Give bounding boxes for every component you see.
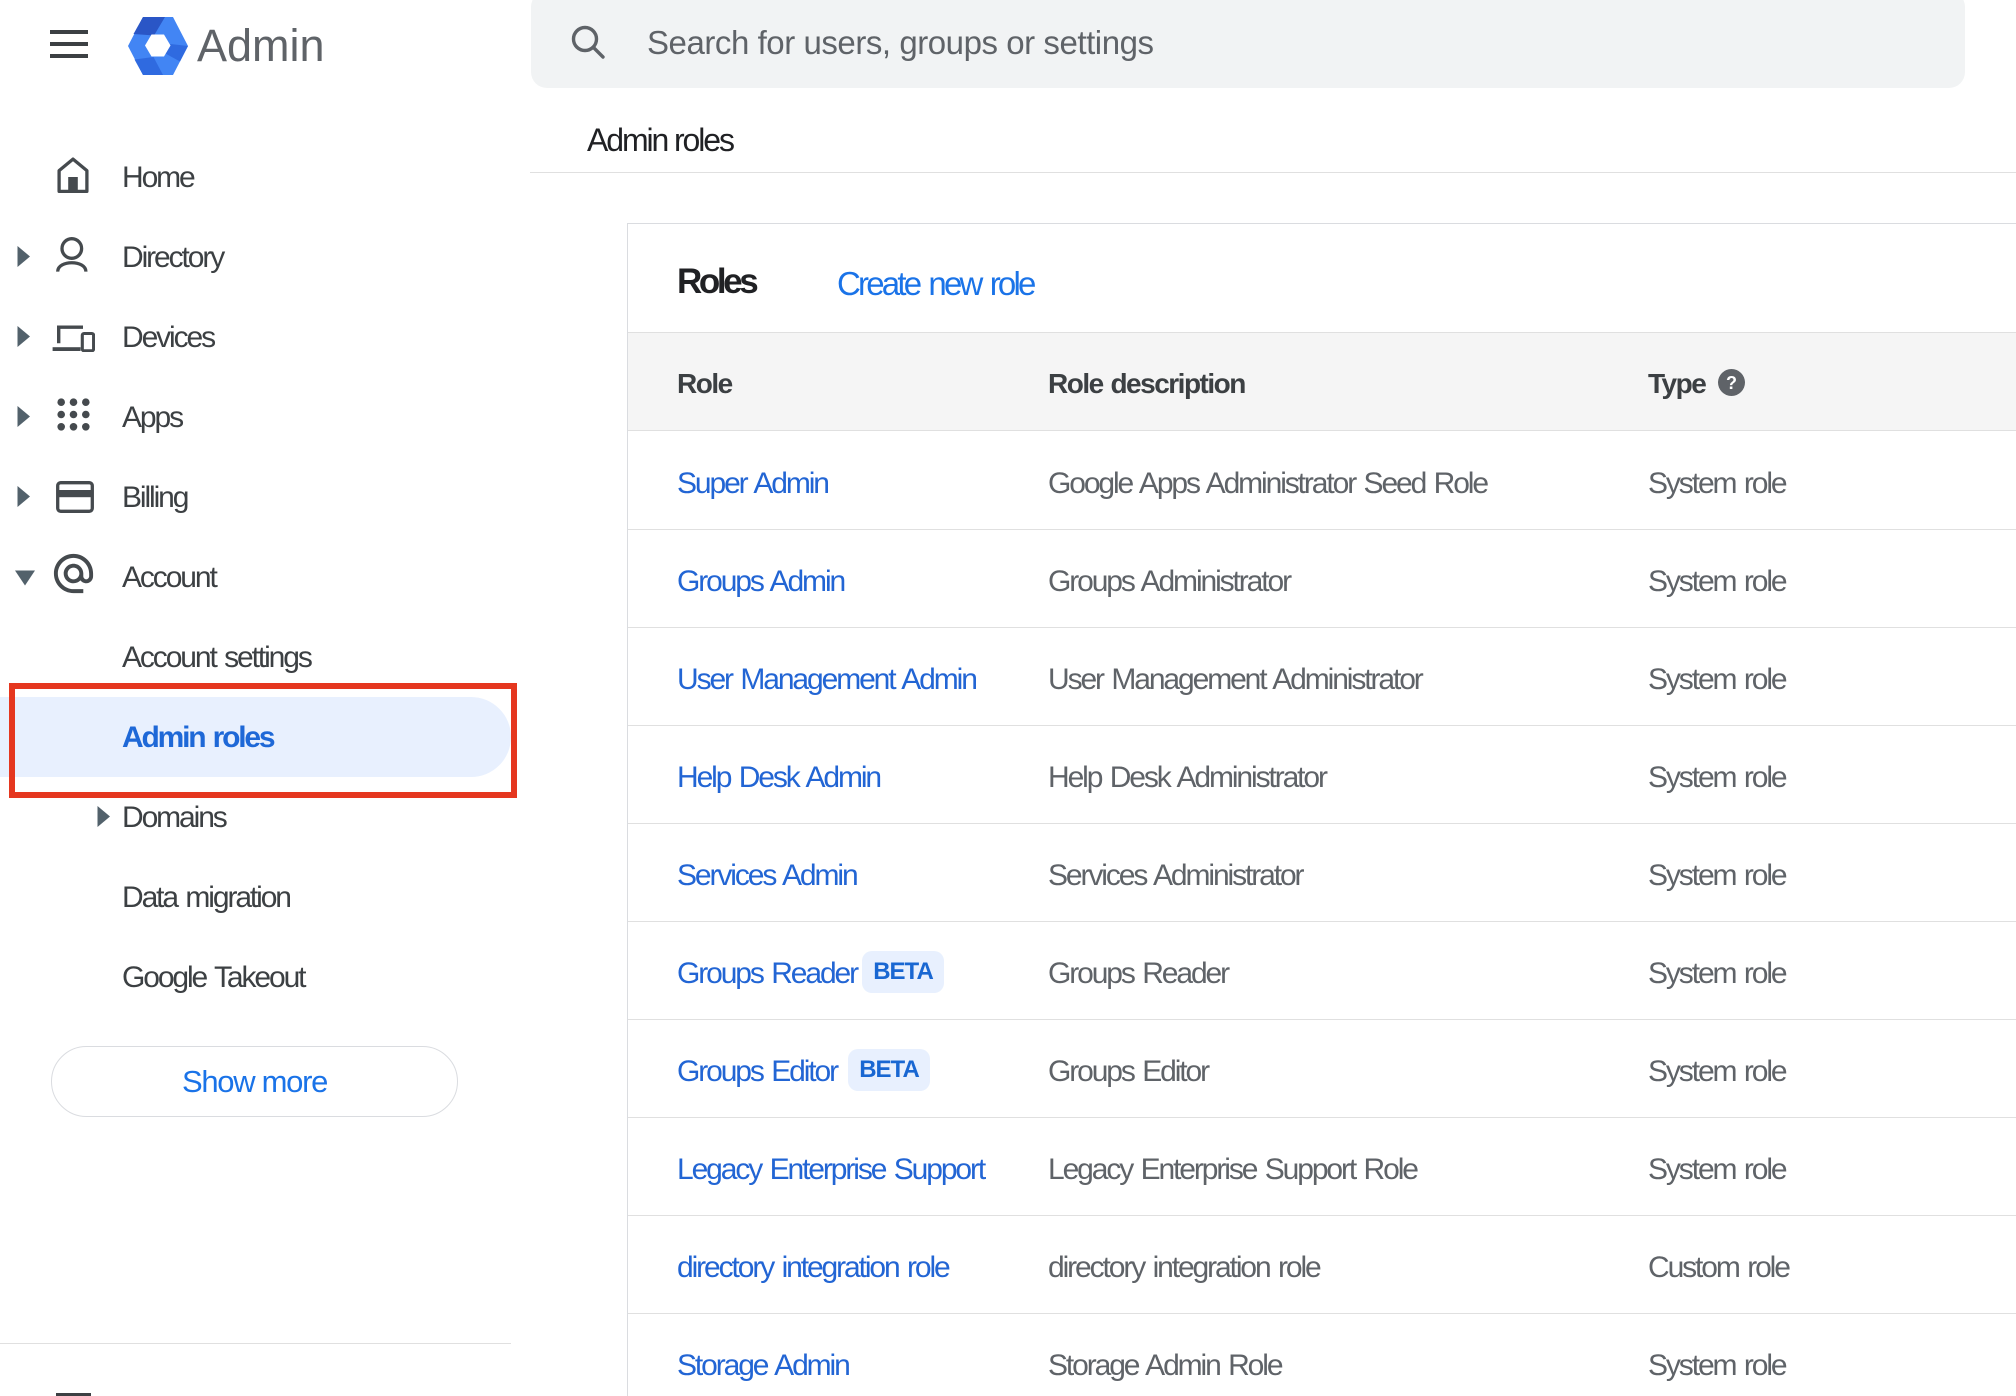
svg-text:?: ? (1726, 373, 1737, 393)
